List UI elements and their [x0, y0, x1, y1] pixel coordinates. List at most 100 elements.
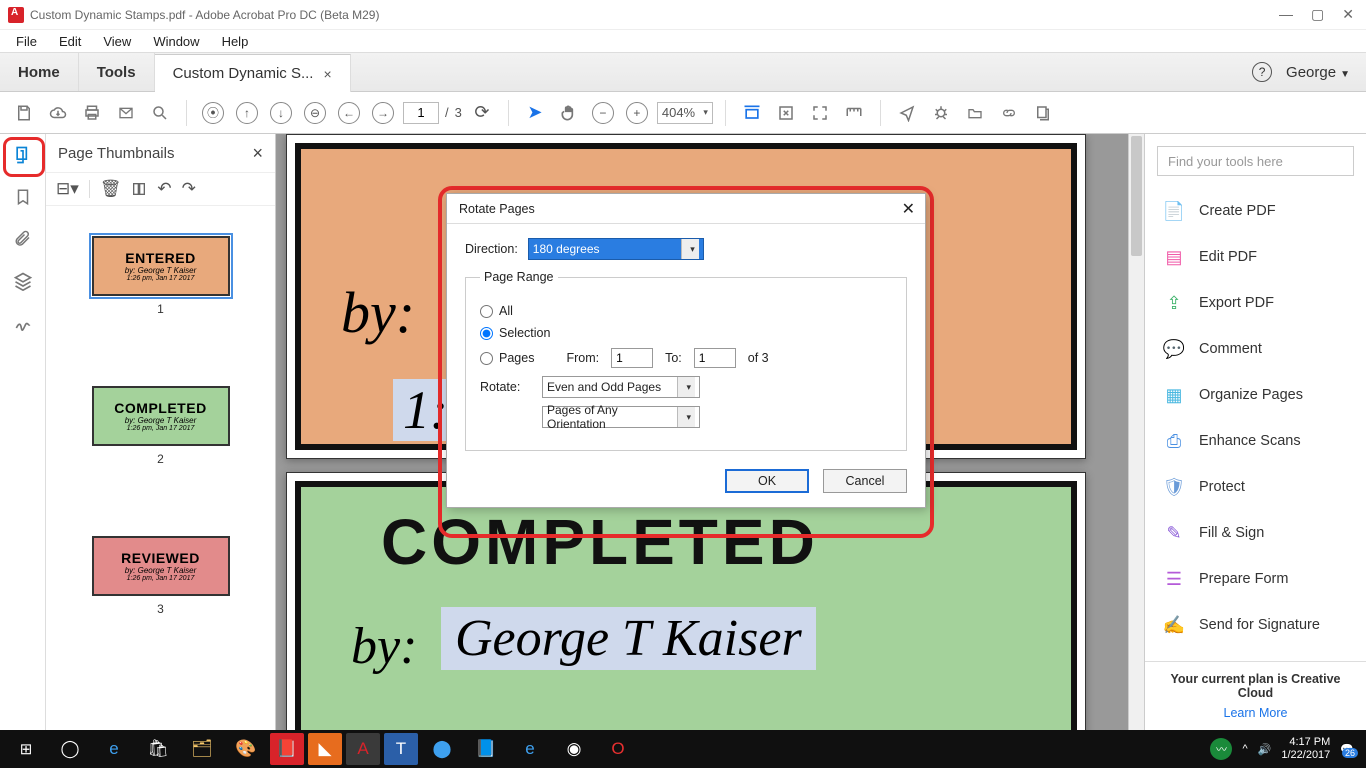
tray-notifications-icon[interactable]: 💬: [1340, 743, 1354, 756]
taskbar-acrobat-icon[interactable]: A: [346, 733, 380, 765]
tray-chevron-icon[interactable]: ^: [1242, 743, 1247, 755]
tool-export-pdf[interactable]: ⇪Export PDF: [1145, 280, 1366, 326]
thumbnails-close-icon[interactable]: ×: [252, 143, 263, 164]
open-icon[interactable]: [961, 99, 989, 127]
tab-document[interactable]: Custom Dynamic S... ×: [155, 54, 351, 92]
start-button[interactable]: ⊞: [6, 733, 46, 765]
menu-view[interactable]: View: [93, 32, 141, 51]
signatures-rail-icon[interactable]: [8, 308, 38, 338]
taskbar-edge-icon[interactable]: e: [94, 733, 134, 765]
stamp-tool-icon[interactable]: [1029, 99, 1057, 127]
taskbar-paint-icon[interactable]: 🎨: [226, 733, 266, 765]
thumbnail-item[interactable]: REVIEWED by: George T Kaiser 1:26 pm, Ja…: [92, 536, 230, 616]
prev-view-icon[interactable]: ←: [335, 99, 363, 127]
page-down-icon[interactable]: ↓: [267, 99, 295, 127]
tool-create-pdf[interactable]: 📄Create PDF: [1145, 188, 1366, 234]
taskbar-app2-icon[interactable]: ◣: [308, 733, 342, 765]
save-icon[interactable]: [10, 99, 38, 127]
radio-selection[interactable]: Selection: [480, 326, 892, 340]
search-icon[interactable]: [146, 99, 174, 127]
bug-icon[interactable]: [927, 99, 955, 127]
thumb-options-icon[interactable]: ⊟▾: [56, 179, 79, 199]
bookmarks-rail-icon[interactable]: [8, 182, 38, 212]
from-input[interactable]: [611, 348, 653, 368]
close-button[interactable]: ✕: [1342, 6, 1354, 23]
thumbnail-item[interactable]: ENTERED by: George T Kaiser 1:26 pm, Jan…: [92, 236, 230, 316]
radio-all[interactable]: All: [480, 304, 892, 318]
tray-status-icon[interactable]: 〰: [1210, 738, 1232, 760]
tab-tools[interactable]: Tools: [79, 53, 155, 91]
tab-close-icon[interactable]: ×: [323, 66, 331, 82]
page-nav-icon[interactable]: ⊖: [301, 99, 329, 127]
fullscreen-icon[interactable]: [806, 99, 834, 127]
tool-send-signature[interactable]: ✍Send for Signature: [1145, 602, 1366, 648]
thumb-delete-icon[interactable]: 🗑: [100, 179, 122, 199]
zoom-out-icon[interactable]: −: [589, 99, 617, 127]
fit-page-icon[interactable]: [772, 99, 800, 127]
taskbar-app1-icon[interactable]: 📕: [270, 733, 304, 765]
direction-select[interactable]: 180 degrees▾: [528, 238, 704, 260]
layers-rail-icon[interactable]: [8, 266, 38, 296]
vertical-scrollbar[interactable]: [1128, 134, 1144, 730]
tool-edit-pdf[interactable]: ▤Edit PDF: [1145, 234, 1366, 280]
page-sep: /: [445, 105, 449, 120]
cortana-icon[interactable]: ◯: [50, 733, 90, 765]
help-icon[interactable]: ?: [1252, 62, 1272, 82]
tool-organize-pages[interactable]: ▦Organize Pages: [1145, 372, 1366, 418]
thumb-extract-icon[interactable]: [131, 181, 147, 197]
minimize-button[interactable]: ―: [1279, 6, 1293, 23]
share-icon[interactable]: [893, 99, 921, 127]
next-view-icon[interactable]: →: [369, 99, 397, 127]
left-rail: [0, 134, 46, 730]
tool-prepare-form[interactable]: ☰Prepare Form: [1145, 556, 1366, 602]
cloud-icon[interactable]: [44, 99, 72, 127]
radio-pages[interactable]: Pages: [480, 351, 534, 365]
menu-file[interactable]: File: [6, 32, 47, 51]
zoom-in-icon[interactable]: +: [623, 99, 651, 127]
page-up-icon[interactable]: ↑: [233, 99, 261, 127]
fit-width-icon[interactable]: [738, 99, 766, 127]
taskbar-store-icon[interactable]: 🛍: [138, 733, 178, 765]
tool-enhance-scans[interactable]: ⎙Enhance Scans: [1145, 418, 1366, 464]
first-page-icon[interactable]: ⦿: [199, 99, 227, 127]
tools-search-input[interactable]: Find your tools here: [1157, 146, 1354, 176]
link-icon[interactable]: [995, 99, 1023, 127]
dialog-close-icon[interactable]: ✕: [902, 199, 915, 219]
read-mode-icon[interactable]: [840, 99, 868, 127]
rotate-select[interactable]: Even and Odd Pages▾: [542, 376, 700, 398]
hand-icon[interactable]: [555, 99, 583, 127]
tool-protect[interactable]: 🛡Protect: [1145, 464, 1366, 510]
tray-clock[interactable]: 4:17 PM 1/22/2017: [1281, 736, 1330, 762]
learn-more-link[interactable]: Learn More: [1155, 706, 1356, 720]
taskbar-opera-icon[interactable]: O: [598, 733, 638, 765]
menu-window[interactable]: Window: [143, 32, 209, 51]
thumb-rotate-cw-icon[interactable]: ↷: [182, 179, 196, 199]
tool-fill-sign[interactable]: ✎Fill & Sign: [1145, 510, 1366, 556]
tool-comment[interactable]: 💬Comment: [1145, 326, 1366, 372]
page-number-input[interactable]: [403, 102, 439, 124]
taskbar-app5-icon[interactable]: 📘: [466, 733, 506, 765]
thumbnail-item[interactable]: COMPLETED by: George T Kaiser 1:26 pm, J…: [92, 386, 230, 466]
user-menu[interactable]: George▼: [1286, 64, 1350, 81]
ok-button[interactable]: OK: [725, 469, 809, 493]
orientation-select[interactable]: Pages of Any Orientation▾: [542, 406, 700, 428]
zoom-input[interactable]: 404%▾: [657, 102, 713, 124]
to-input[interactable]: [694, 348, 736, 368]
taskbar-app4-icon[interactable]: ⬤: [422, 733, 462, 765]
tray-volume-icon[interactable]: 🔊: [1258, 743, 1272, 756]
menu-edit[interactable]: Edit: [49, 32, 91, 51]
taskbar-app3-icon[interactable]: T: [384, 733, 418, 765]
cancel-button[interactable]: Cancel: [823, 469, 907, 493]
attachments-rail-icon[interactable]: [8, 224, 38, 254]
print-icon[interactable]: [78, 99, 106, 127]
tab-home[interactable]: Home: [0, 53, 79, 91]
maximize-button[interactable]: ▢: [1311, 6, 1324, 23]
menu-help[interactable]: Help: [212, 32, 259, 51]
taskbar-chrome-icon[interactable]: ◉: [554, 733, 594, 765]
mail-icon[interactable]: [112, 99, 140, 127]
refresh-icon[interactable]: ⟳: [468, 99, 496, 127]
taskbar-ie-icon[interactable]: e: [510, 733, 550, 765]
pointer-icon[interactable]: ➤: [521, 99, 549, 127]
thumb-rotate-ccw-icon[interactable]: ↶: [157, 179, 171, 199]
taskbar-explorer-icon[interactable]: 🗂: [182, 733, 222, 765]
